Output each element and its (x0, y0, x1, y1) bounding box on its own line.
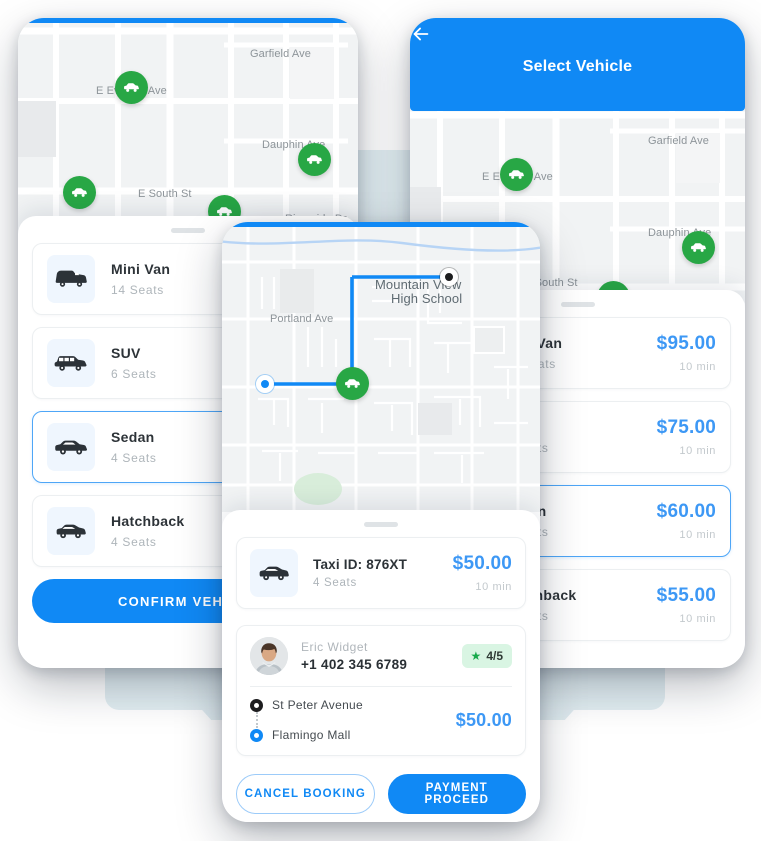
vehicle-price: $55.00 (656, 585, 716, 606)
trip-fare: $50.00 (455, 709, 512, 730)
hatchback-icon (250, 549, 298, 597)
driver-rating-value: 4/5 (486, 649, 503, 663)
vehicle-price: $75.00 (656, 417, 716, 438)
taxi-card[interactable]: Taxi ID: 876XT 4 Seats $50.00 10 min (236, 537, 526, 609)
taxi-price: $50.00 (452, 553, 512, 574)
map-center[interactable]: Portland Ave Mountain View High School (222, 227, 540, 512)
hatchback-icon (47, 507, 95, 555)
vehicle-eta: 10 min (679, 613, 716, 625)
trip-origin-label: St Peter Avenue (272, 698, 364, 712)
driver-rating-badge: ★ 4/5 (461, 644, 512, 668)
minivan-icon (47, 255, 95, 303)
app-bar: Select Vehicle (410, 23, 745, 111)
booking-actions: CANCEL BOOKING PAYMENT PROCEED (222, 756, 540, 822)
car-pin[interactable] (500, 158, 533, 191)
taxi-price-block: $50.00 10 min (453, 553, 512, 593)
sheet-grabber[interactable] (171, 228, 205, 233)
sheet-grabber[interactable] (364, 522, 398, 527)
vehicle-eta: 10 min (679, 445, 716, 457)
car-pin[interactable] (336, 367, 369, 400)
car-pin[interactable] (115, 71, 148, 104)
driver-name: Eric Widget (301, 640, 368, 654)
trip-points: St Peter Avenue Flamingo Mall (250, 698, 456, 742)
sedan-icon (47, 423, 95, 471)
taxi-seats: 4 Seats (313, 577, 357, 589)
car-pin[interactable] (298, 143, 331, 176)
vehicle-price: $60.00 (656, 501, 716, 522)
trip-connector (250, 712, 263, 728)
trip-destination: Flamingo Mall (250, 728, 456, 742)
trip-summary: St Peter Avenue Flamingo Mall $50.00 (237, 687, 525, 755)
star-icon: ★ (470, 649, 482, 663)
vehicle-price-block: $75.00 10 min (657, 417, 716, 457)
payment-proceed-button[interactable]: PAYMENT PROCEED (387, 774, 526, 814)
vehicle-price-block: $95.00 10 min (657, 333, 716, 373)
driver-row[interactable]: Eric Widget +1 402 345 6789 ★ 4/5 (237, 626, 525, 686)
vehicle-eta: 10 min (679, 529, 716, 541)
phone-center: Portland Ave Mountain View High School T… (222, 222, 540, 822)
taxi-text: Taxi ID: 876XT 4 Seats (313, 557, 445, 589)
driver-info: Eric Widget +1 402 345 6789 (301, 640, 462, 672)
sheet-grabber[interactable] (560, 302, 595, 307)
vehicle-price-block: $55.00 10 min (657, 585, 716, 625)
cancel-booking-button[interactable]: CANCEL BOOKING (236, 774, 375, 814)
vehicle-price-block: $60.00 10 min (657, 501, 716, 541)
mockup-stage: Garfield Ave E Everton Ave Dauphin Ave E… (0, 0, 761, 841)
origin-dot[interactable] (256, 375, 274, 393)
car-pin[interactable] (63, 176, 96, 209)
driver-avatar (250, 637, 288, 675)
destination-dot-icon (250, 728, 263, 742)
vehicle-eta: 10 min (679, 361, 716, 373)
origin-dot-icon (250, 698, 263, 712)
booking-sheet: Taxi ID: 876XT 4 Seats $50.00 10 min Eri… (222, 510, 540, 822)
trip-destination-label: Flamingo Mall (272, 728, 351, 742)
taxi-id: Taxi ID: 876XT (313, 557, 408, 572)
taxi-eta: 10 min (475, 581, 512, 593)
car-pin[interactable] (682, 231, 715, 264)
trip-origin: St Peter Avenue (250, 698, 456, 712)
suv-icon (47, 339, 95, 387)
vehicle-price: $95.00 (656, 333, 716, 354)
driver-phone: +1 402 345 6789 (301, 657, 408, 672)
driver-card: Eric Widget +1 402 345 6789 ★ 4/5 St Pet… (236, 625, 526, 756)
app-bar-title: Select Vehicle (522, 58, 633, 75)
destination-dot[interactable] (440, 268, 458, 286)
